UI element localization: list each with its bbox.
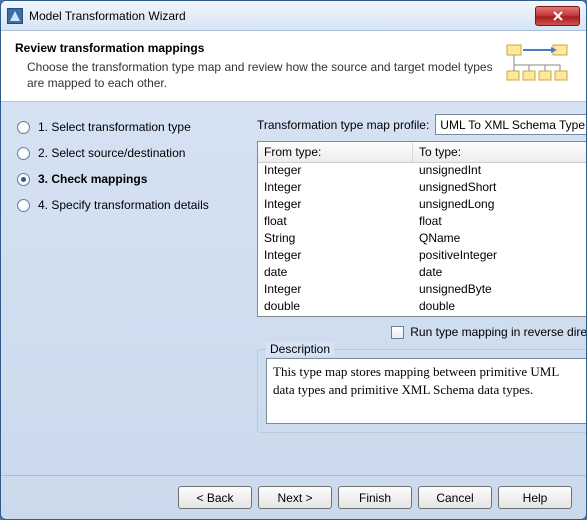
header-title: Review transformation mappings bbox=[15, 41, 502, 55]
reverse-direction-label: Run type mapping in reverse direction bbox=[410, 325, 586, 339]
step-list: 1. Select transformation type 2. Select … bbox=[15, 114, 245, 467]
app-icon bbox=[7, 8, 23, 24]
column-to-type[interactable]: To type: bbox=[413, 142, 586, 162]
header-description: Choose the transformation type map and r… bbox=[15, 59, 502, 91]
table-row[interactable]: IntegerunsignedInt bbox=[258, 163, 586, 180]
step-label: 2. Select source/destination bbox=[38, 146, 185, 160]
reverse-direction-checkbox[interactable] bbox=[391, 326, 404, 339]
step-label: 1. Select transformation type bbox=[38, 120, 191, 134]
radio-icon bbox=[17, 121, 30, 134]
step-label: 3. Check mappings bbox=[38, 172, 147, 186]
button-bar: < Back Next > Finish Cancel Help bbox=[1, 475, 586, 519]
next-button[interactable]: Next > bbox=[258, 486, 332, 509]
close-icon bbox=[553, 11, 563, 21]
step-label: 4. Specify transformation details bbox=[38, 198, 209, 212]
profile-label: Transformation type map profile: bbox=[257, 118, 429, 132]
cancel-button[interactable]: Cancel bbox=[418, 486, 492, 509]
table-body: IntegerunsignedInt IntegerunsignedShort … bbox=[258, 163, 586, 316]
wizard-window: Model Transformation Wizard Review trans… bbox=[0, 0, 587, 520]
window-title: Model Transformation Wizard bbox=[29, 9, 535, 23]
step-check-mappings[interactable]: 3. Check mappings bbox=[15, 166, 245, 192]
table-header: From type: To type: bbox=[258, 142, 586, 163]
table-row[interactable]: IntegerunsignedShort bbox=[258, 180, 586, 197]
profile-value: UML To XML Schema Type ... bbox=[440, 118, 586, 132]
description-legend: Description bbox=[266, 342, 334, 356]
transformation-diagram-icon bbox=[502, 41, 572, 91]
profile-combobox[interactable]: UML To XML Schema Type ... bbox=[435, 114, 586, 135]
close-button[interactable] bbox=[535, 6, 580, 26]
table-row[interactable]: IntegerunsignedLong bbox=[258, 197, 586, 214]
finish-button[interactable]: Finish bbox=[338, 486, 412, 509]
mapping-pane: Transformation type map profile: UML To … bbox=[257, 114, 586, 467]
step-select-transformation-type[interactable]: 1. Select transformation type bbox=[15, 114, 245, 140]
table-row[interactable]: floatfloat bbox=[258, 214, 586, 231]
header-panel: Review transformation mappings Choose th… bbox=[1, 31, 586, 102]
titlebar[interactable]: Model Transformation Wizard bbox=[1, 1, 586, 31]
step-select-source-destination[interactable]: 2. Select source/destination bbox=[15, 140, 245, 166]
description-group: Description This type map stores mapping… bbox=[257, 349, 586, 433]
table-row[interactable]: IntegerunsignedByte bbox=[258, 282, 586, 299]
mapping-table: From type: To type: IntegerunsignedInt I… bbox=[257, 141, 586, 317]
table-row[interactable]: IntegerpositiveInteger bbox=[258, 248, 586, 265]
radio-icon bbox=[17, 147, 30, 160]
step-specify-transformation-details[interactable]: 4. Specify transformation details bbox=[15, 192, 245, 218]
description-textarea[interactable]: This type map stores mapping between pri… bbox=[266, 358, 586, 424]
wizard-body: 1. Select transformation type 2. Select … bbox=[1, 102, 586, 475]
back-button[interactable]: < Back bbox=[178, 486, 252, 509]
table-row[interactable]: datedate bbox=[258, 265, 586, 282]
table-row[interactable]: doubledouble bbox=[258, 299, 586, 316]
column-from-type[interactable]: From type: bbox=[258, 142, 413, 162]
radio-icon bbox=[17, 173, 30, 186]
help-button[interactable]: Help bbox=[498, 486, 572, 509]
table-row[interactable]: StringQName bbox=[258, 231, 586, 248]
radio-icon bbox=[17, 199, 30, 212]
